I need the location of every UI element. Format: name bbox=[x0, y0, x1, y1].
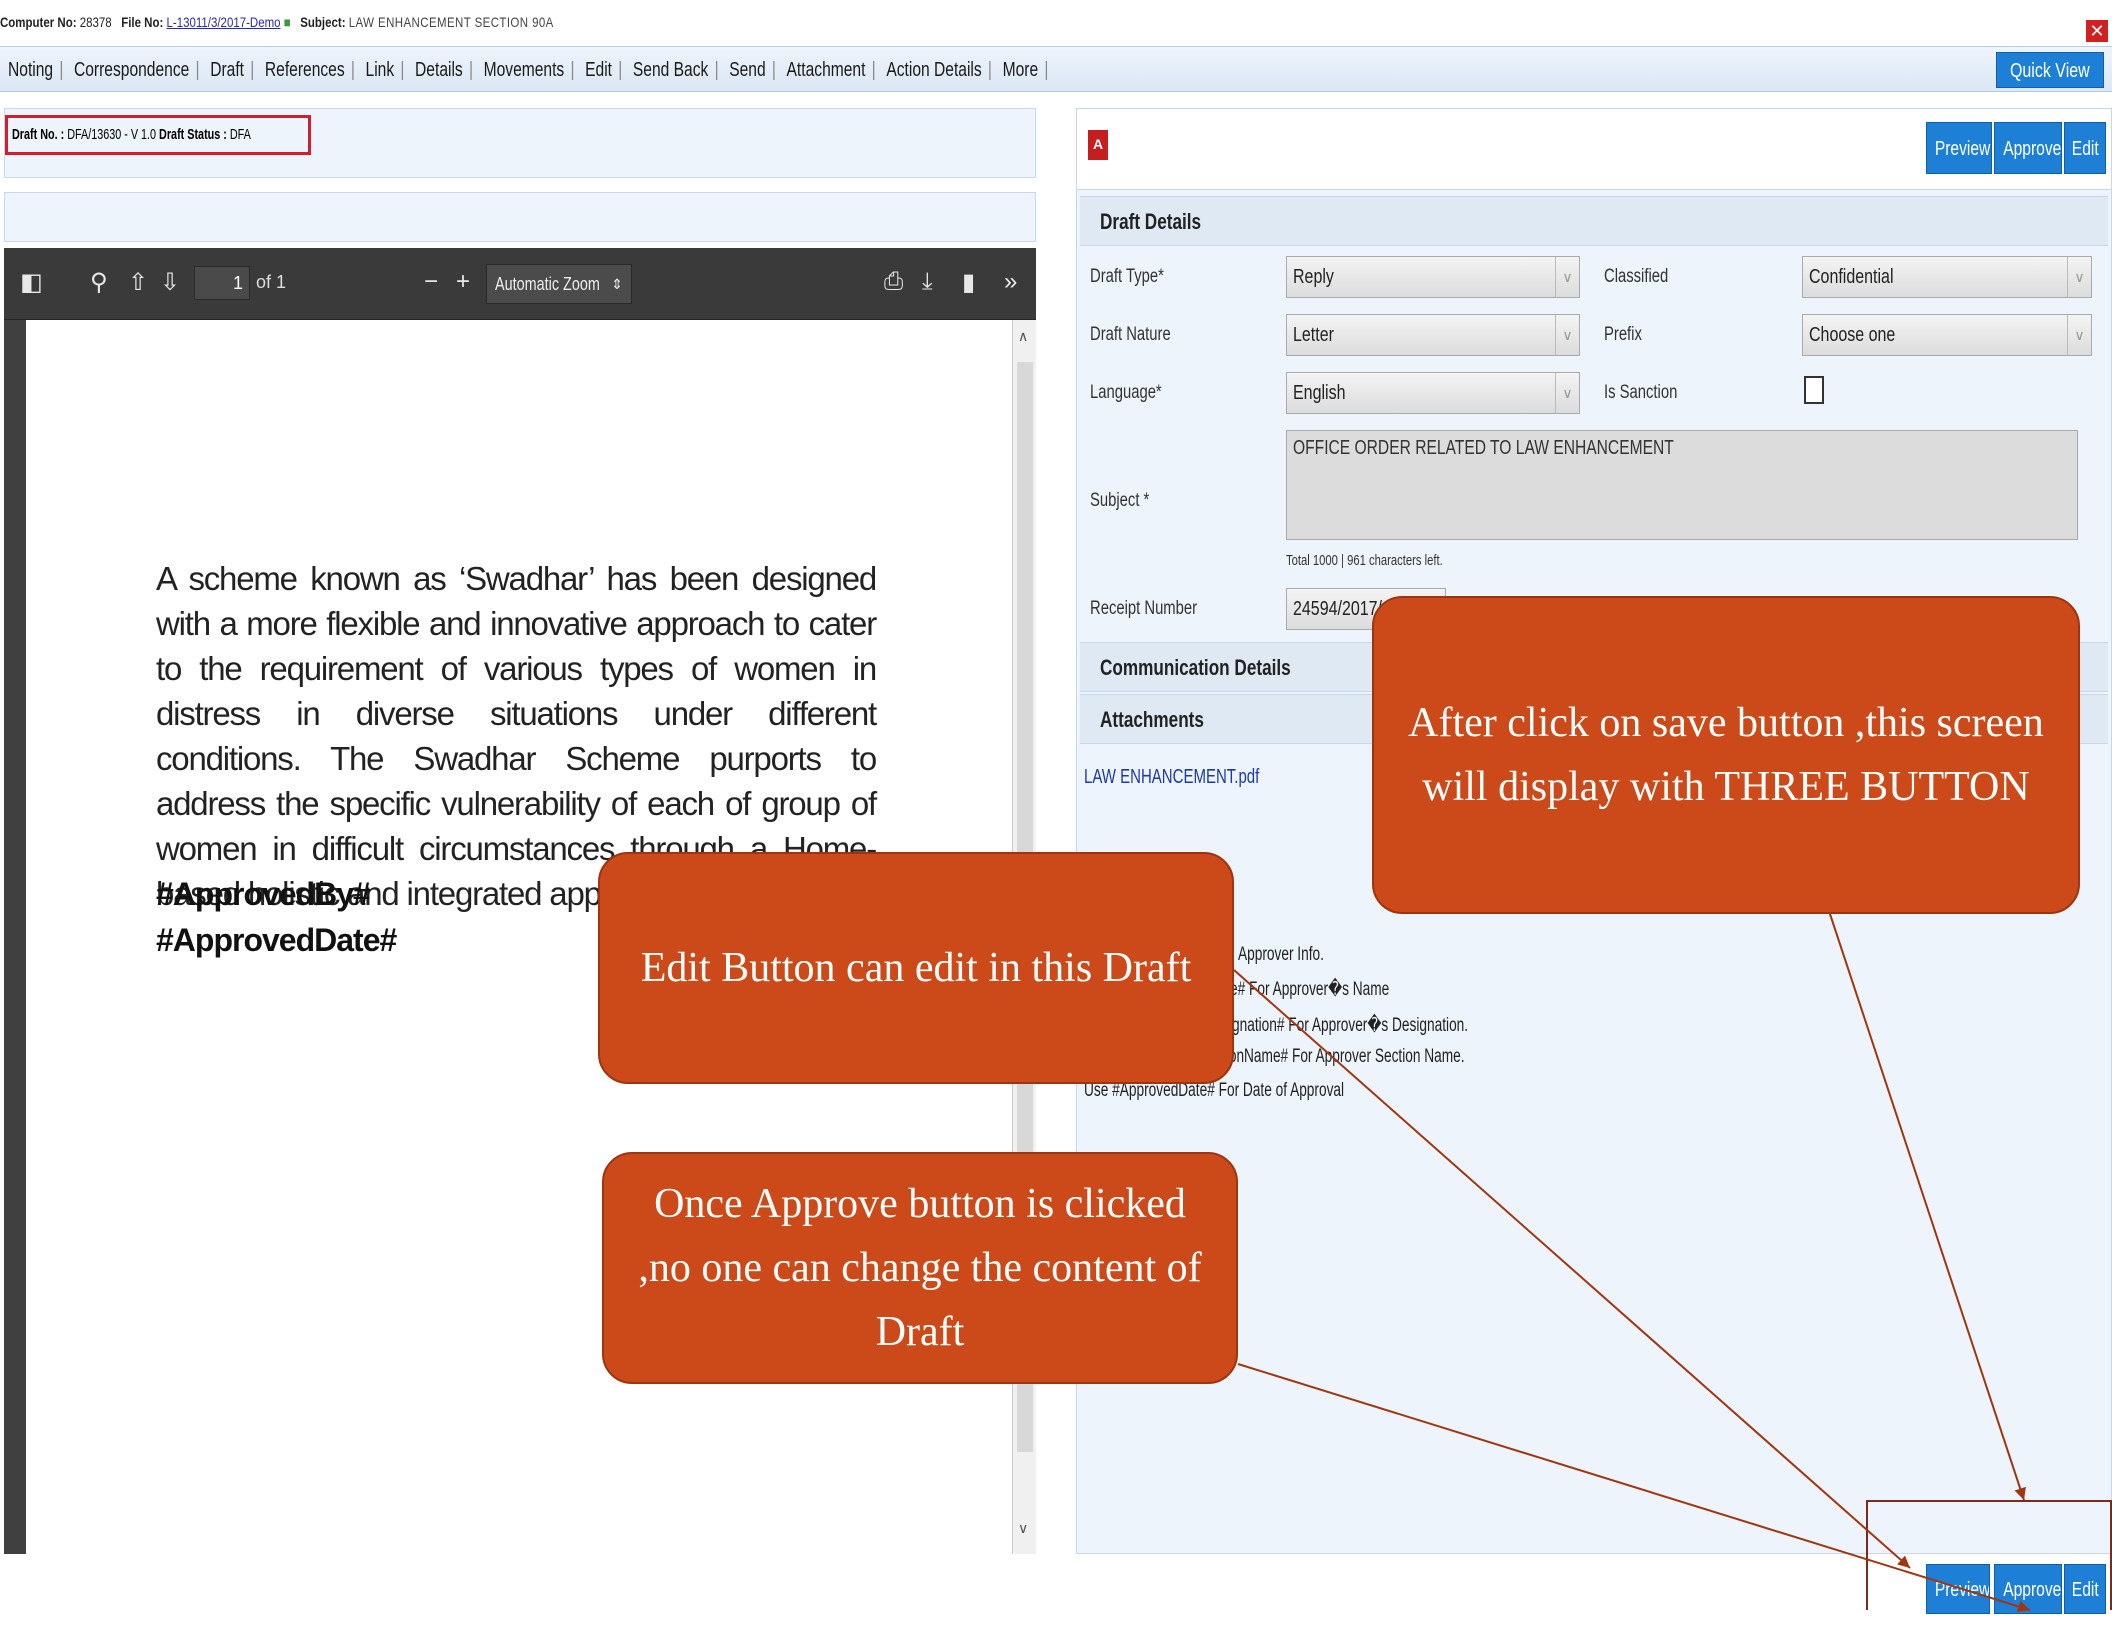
screen: { "header": { "computer_no_label": "Comp… bbox=[0, 0, 2112, 1632]
arrow-to-edit bbox=[1233, 969, 1911, 1569]
arrow-to-approve bbox=[1237, 1363, 2031, 1613]
annotation-arrows bbox=[1233, 913, 2031, 1613]
arrow-to-highlight bbox=[1829, 913, 2026, 1501]
